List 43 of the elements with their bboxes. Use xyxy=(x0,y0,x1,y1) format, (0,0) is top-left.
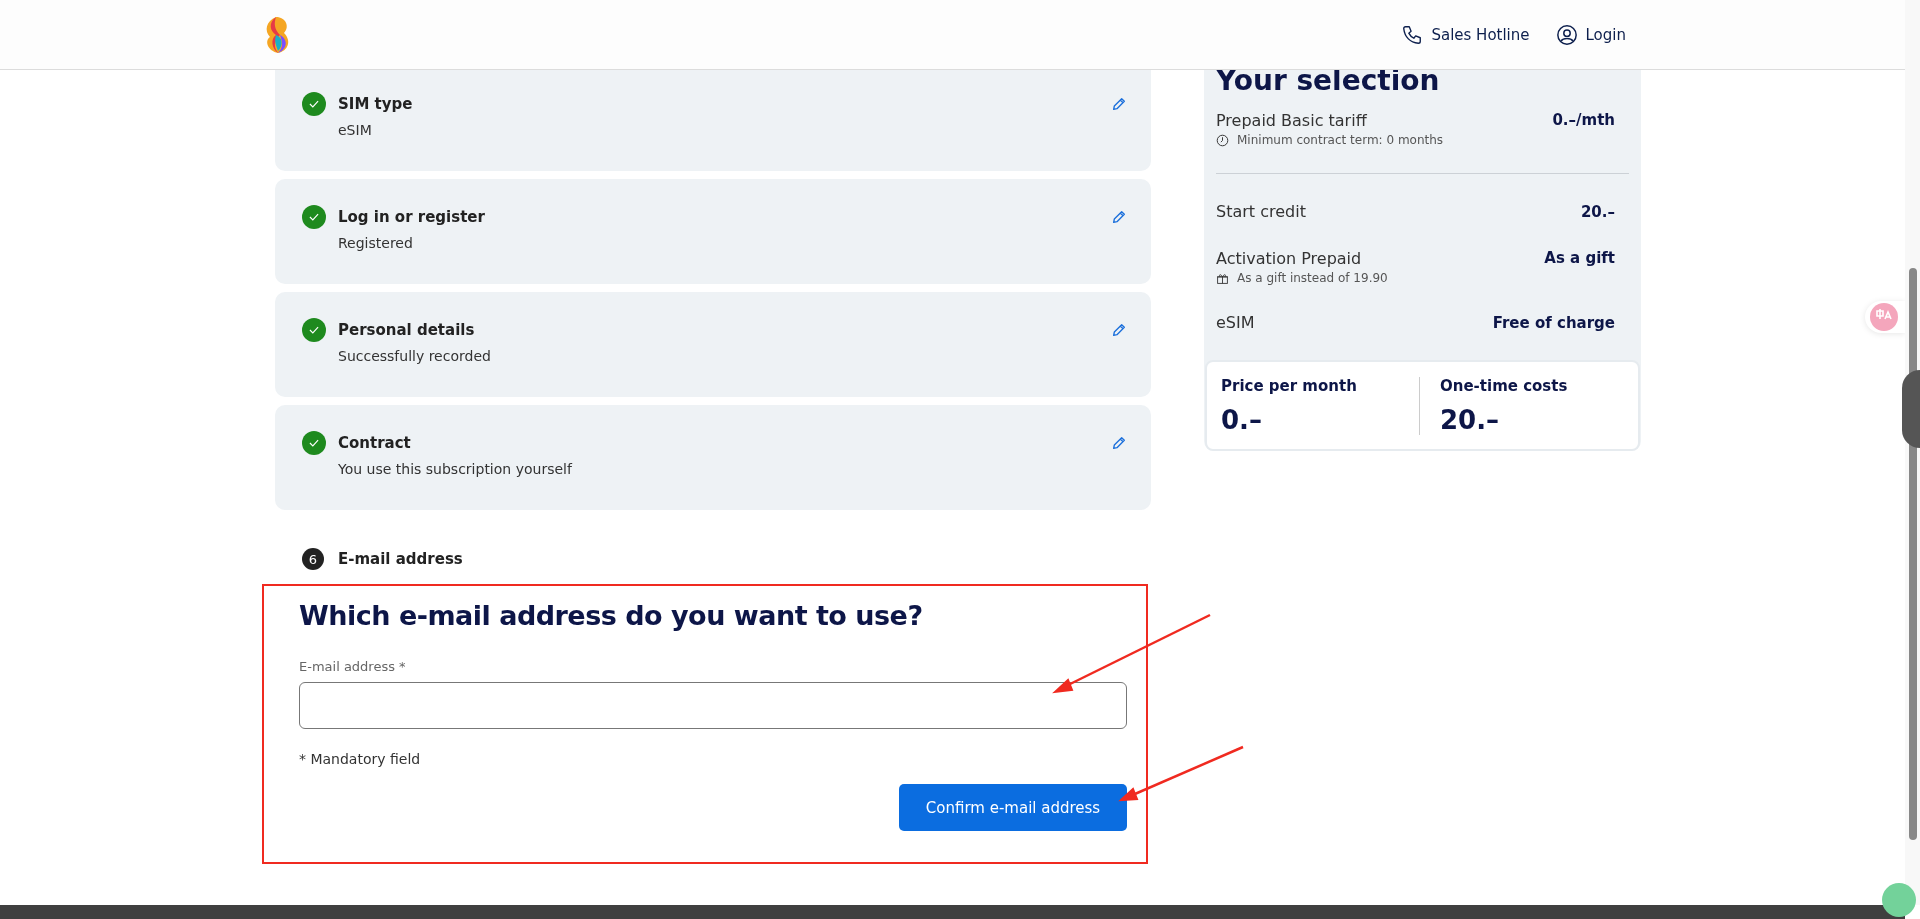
total-label: One-time costs xyxy=(1440,377,1569,395)
pencil-icon[interactable] xyxy=(1111,322,1127,338)
phone-icon xyxy=(1401,23,1424,46)
step-number: 6 xyxy=(302,548,324,570)
user-icon xyxy=(1555,23,1578,46)
field-label: E-mail address * xyxy=(299,659,407,674)
side-tab-handle[interactable] xyxy=(1902,370,1920,448)
item-label: eSIM xyxy=(1216,313,1255,332)
total-value: 0.– xyxy=(1221,405,1263,435)
step-value: Successfully recorded xyxy=(338,348,492,364)
mandatory-note: * Mandatory field xyxy=(299,751,422,767)
assistant-icon[interactable] xyxy=(1882,883,1916,917)
step-value: You use this subscription yourself xyxy=(338,461,574,477)
pencil-icon[interactable] xyxy=(1111,96,1127,112)
item-value: As a gift xyxy=(1544,249,1615,269)
pencil-icon[interactable] xyxy=(1111,209,1127,225)
gift-icon xyxy=(1216,271,1229,285)
step-title: Log in or register xyxy=(338,208,486,226)
item-note: As a gift instead of 19.90 xyxy=(1237,271,1388,285)
total-label: Price per month xyxy=(1221,377,1358,395)
step-value: Registered xyxy=(338,235,414,251)
login-link[interactable]: Login xyxy=(1555,23,1626,46)
clock-icon xyxy=(1216,133,1229,147)
step-title: E-mail address xyxy=(338,550,463,568)
form-heading: Which e-mail address do you want to use? xyxy=(299,600,924,631)
item-label: Activation Prepaid xyxy=(1216,249,1363,268)
total-value: 20.– xyxy=(1440,405,1501,435)
scrollbar-thumb[interactable] xyxy=(1909,268,1917,840)
pencil-icon[interactable] xyxy=(1111,435,1127,451)
step-title: Personal details xyxy=(338,321,476,339)
item-note: Minimum contract term: 0 months xyxy=(1237,133,1444,147)
item-label: Start credit xyxy=(1216,202,1306,221)
step-title: Contract xyxy=(338,434,412,452)
step-title: SIM type xyxy=(338,95,414,113)
item-value: Free of charge xyxy=(1492,313,1615,332)
email-input-field[interactable] xyxy=(299,682,1127,729)
item-value: 20.– xyxy=(1580,202,1615,221)
sales-hotline-link[interactable]: Sales Hotline xyxy=(1401,23,1530,46)
item-label: Prepaid Basic tariff xyxy=(1216,111,1368,130)
confirm-button[interactable]: Confirm e-mail address xyxy=(899,784,1127,831)
item-value: 0.–/mth xyxy=(1552,111,1615,131)
panel-title: Your selection xyxy=(1216,64,1441,97)
step-value: eSIM xyxy=(338,122,373,138)
